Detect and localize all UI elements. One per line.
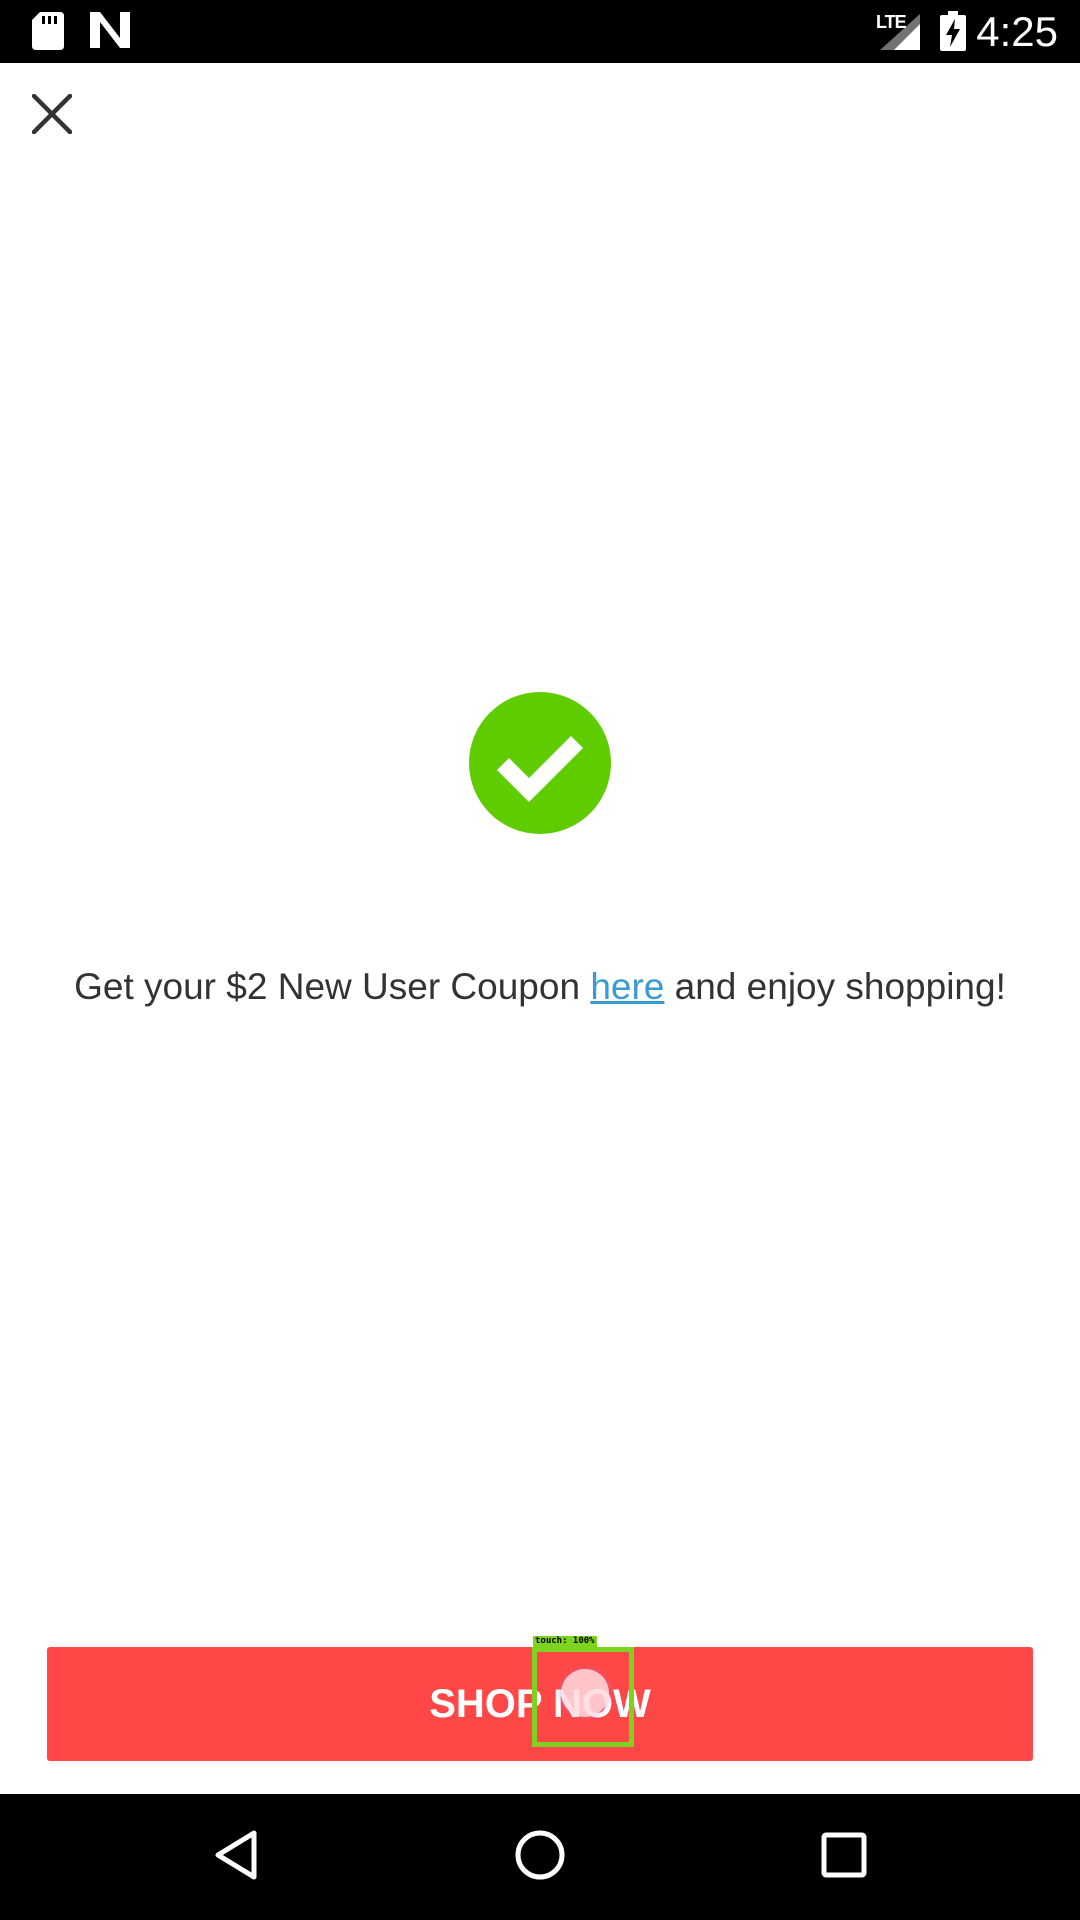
coupon-link[interactable]: here xyxy=(590,966,664,1007)
message-text-after: and enjoy shopping! xyxy=(664,966,1006,1007)
message-text-before: Get your $2 New User Coupon xyxy=(74,966,591,1007)
recents-icon xyxy=(821,1832,867,1883)
home-icon xyxy=(514,1829,566,1886)
back-button[interactable] xyxy=(206,1827,266,1887)
back-icon xyxy=(214,1830,258,1885)
close-button[interactable] xyxy=(20,84,84,148)
status-bar: LTE 4:25 xyxy=(0,0,1080,63)
status-clock: 4:25 xyxy=(976,8,1058,55)
home-button[interactable] xyxy=(510,1827,570,1887)
screen: LTE 4:25 Get your $2 New User Coupon her… xyxy=(0,0,1080,1920)
battery-charging-icon xyxy=(940,11,966,56)
coupon-message: Get your $2 New User Coupon here and enj… xyxy=(0,966,1080,1008)
touch-indicator-label: touch: 100% xyxy=(533,1636,597,1647)
n-notification-icon xyxy=(90,12,130,53)
close-icon xyxy=(30,92,74,139)
recents-button[interactable] xyxy=(814,1827,874,1887)
navigation-bar xyxy=(0,1794,1080,1920)
signal-icon xyxy=(880,14,920,55)
check-circle-icon xyxy=(469,692,611,834)
touch-indicator-box xyxy=(532,1647,634,1747)
sd-card-icon xyxy=(32,12,64,55)
